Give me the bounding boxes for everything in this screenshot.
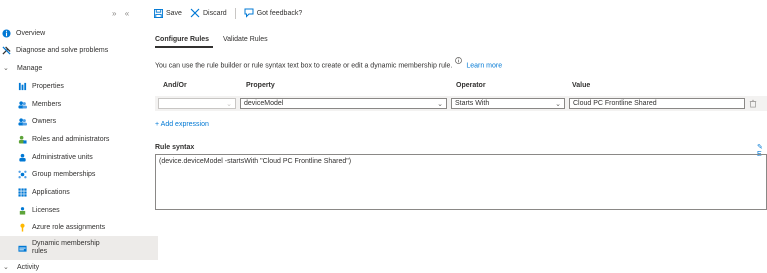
feedback-button[interactable]: Got feedback? [244, 8, 303, 18]
chevron-down-icon: ⌄ [437, 100, 443, 108]
tab-validate-rules[interactable]: Validate Rules [223, 36, 268, 43]
header-property: Property [246, 82, 275, 89]
license-icon [19, 207, 26, 215]
sidebar-item-label: Members [32, 101, 62, 108]
learn-more-link[interactable]: Learn more [466, 62, 502, 69]
sidebar-item-admin-units[interactable]: Administrative units [0, 150, 158, 165]
sidebar-section-manage[interactable]: ⌄ Manage [0, 61, 143, 76]
info-circle-icon [455, 57, 463, 64]
expand-icon[interactable]: » [112, 9, 116, 18]
sidebar-item-applications[interactable]: Applications [0, 185, 158, 200]
sidebar-item-label: Azure role assignments [32, 224, 106, 231]
sidebar-item-label: Roles and administrators [32, 136, 110, 143]
delete-icon[interactable] [749, 99, 757, 108]
header-andor: And/Or [163, 82, 187, 89]
chevron-down-icon: ⌄ [3, 264, 9, 271]
feedback-icon [244, 8, 254, 18]
description-text: You can use the rule builder or rule syn… [155, 62, 453, 70]
sidebar-item-azure-roles[interactable]: Azure role assignments [0, 220, 158, 235]
add-expression-button[interactable]: + Add expression [155, 121, 209, 128]
value-text: Cloud PC Frontline Shared [573, 100, 657, 107]
chevron-down-icon: ⌄ [226, 100, 232, 108]
sidebar-item-overview[interactable]: Overview [0, 26, 142, 41]
sidebar-item-owners[interactable]: Owners [0, 114, 158, 129]
roles-icon [18, 135, 27, 144]
sidebar-item-dynamic-rules[interactable]: Dynamic membership rules [0, 236, 158, 260]
sidebar-item-label: Owners [32, 118, 57, 125]
group-icon [18, 170, 27, 179]
sidebar-item-diagnose[interactable]: Diagnose and solve problems [0, 43, 142, 58]
sidebar-item-roles[interactable]: Roles and administrators [0, 132, 158, 147]
operator-select[interactable]: Starts With ⌄ [451, 98, 565, 109]
sidebar-item-group-memberships[interactable]: Group memberships [0, 167, 158, 182]
discard-label: Discard [202, 9, 227, 17]
sidebar-item-label: Manage [17, 65, 43, 72]
wrench-icon [2, 46, 11, 55]
save-button[interactable]: Save [154, 8, 182, 18]
toolbar-divider [234, 7, 236, 19]
sidebar-item-label: Properties [32, 83, 64, 90]
sidebar-section-activity[interactable]: ⌄ Activity [0, 262, 143, 273]
sidebar-item-label: Group memberships [32, 171, 96, 178]
rule-syntax-title: Rule syntax [155, 144, 195, 151]
description: You can use the rule builder or rule syn… [155, 57, 502, 69]
apps-icon [18, 188, 27, 197]
property-select[interactable]: deviceModel ⌄ [240, 98, 447, 109]
header-operator: Operator [456, 82, 486, 89]
sidebar-item-label: Administrative units [32, 154, 93, 161]
sidebar-item-properties[interactable]: Properties [0, 79, 158, 94]
sidebar: » « Overview Diagnose and solve problems… [0, 0, 158, 273]
rule-syntax-text: (device.deviceModel -startsWith "Cloud P… [159, 158, 352, 165]
rule-syntax-textbox[interactable]: (device.deviceModel -startsWith "Cloud P… [155, 154, 767, 210]
properties-icon [18, 82, 27, 91]
dynamic-rules-icon [18, 245, 27, 252]
info-icon [2, 29, 11, 38]
andor-select[interactable]: ⌄ [158, 98, 236, 109]
discard-button[interactable]: Discard [190, 8, 227, 18]
property-value: deviceModel [244, 100, 284, 107]
sidebar-item-label: Overview [16, 30, 46, 37]
sidebar-item-label: Diagnose and solve problems [16, 47, 109, 54]
chevron-down-icon: ⌄ [3, 65, 9, 72]
save-label: Save [166, 9, 182, 17]
sidebar-item-label: Applications [32, 189, 70, 196]
operator-value: Starts With [455, 100, 490, 107]
chevron-down-icon: ⌄ [555, 100, 561, 108]
value-input[interactable]: Cloud PC Frontline Shared [569, 98, 745, 109]
sidebar-item-label: Activity [17, 264, 40, 271]
sidebar-item-label: Dynamic membership rules [32, 240, 100, 255]
header-value: Value [572, 82, 591, 89]
collapse-controls: » « [112, 9, 135, 18]
tab-configure-rules[interactable]: Configure Rules [155, 36, 209, 43]
key-icon [20, 223, 25, 232]
admin-units-icon [19, 153, 26, 162]
command-bar: Save Discard Got feedback? [154, 5, 310, 21]
active-tab-indicator [155, 46, 213, 48]
sidebar-item-licenses[interactable]: Licenses [0, 203, 158, 218]
owners-icon [18, 118, 27, 126]
close-icon [190, 8, 200, 18]
save-icon [154, 8, 163, 18]
feedback-label: Got feedback? [256, 9, 303, 17]
sidebar-item-label: Licenses [32, 207, 60, 214]
members-icon [18, 101, 27, 109]
collapse-icon[interactable]: « [125, 9, 129, 18]
sidebar-item-members[interactable]: Members [0, 97, 158, 112]
